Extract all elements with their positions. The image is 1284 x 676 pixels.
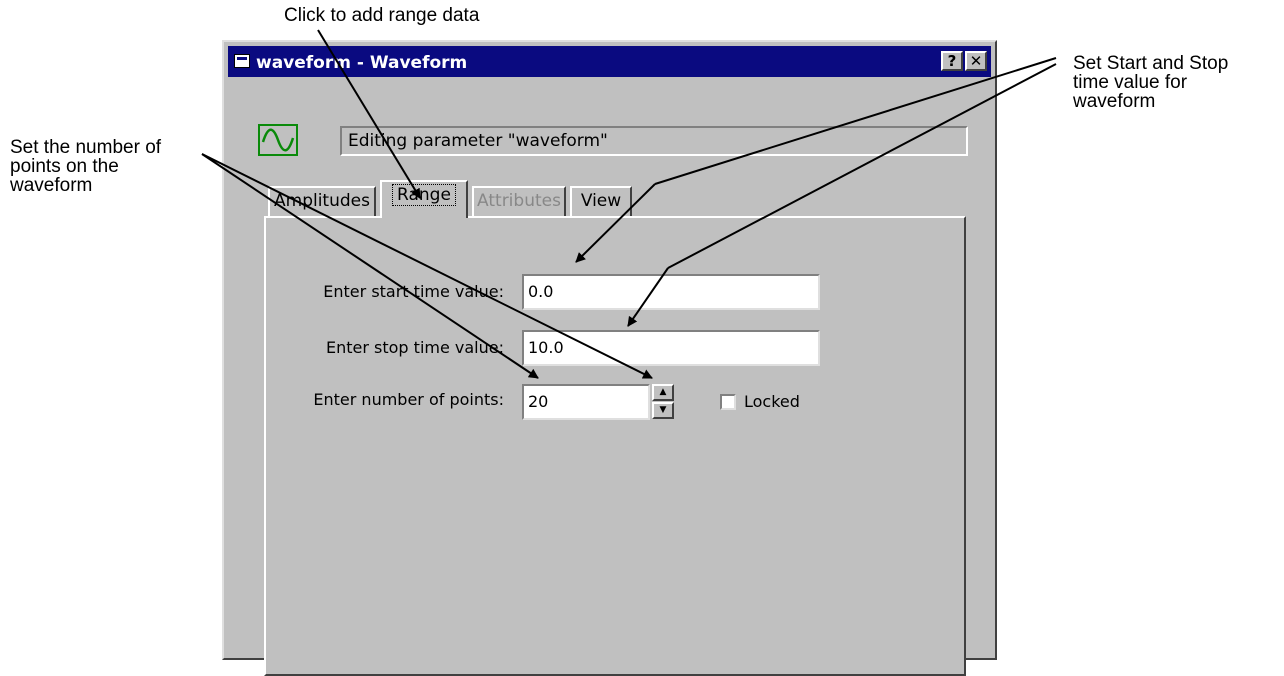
window-icon bbox=[234, 54, 250, 68]
callout-points: Set the number of points on the waveform bbox=[10, 137, 162, 196]
waveform-dialog: waveform - Waveform ? ✕ Editing paramete… bbox=[222, 40, 997, 676]
stop-time-label: Enter stop time value: bbox=[326, 338, 504, 357]
callout-start-stop: Set Start and Stop time value for wavefo… bbox=[1073, 53, 1229, 112]
spin-down-button[interactable]: ▼ bbox=[652, 402, 674, 419]
start-time-label: Enter start time value: bbox=[323, 282, 504, 301]
spin-up-button[interactable]: ▲ bbox=[652, 384, 674, 401]
locked-label: Locked bbox=[744, 392, 800, 411]
waveform-icon bbox=[258, 124, 298, 156]
tab-view[interactable]: View bbox=[570, 186, 632, 216]
window-title: waveform - Waveform bbox=[256, 53, 468, 73]
locked-checkbox[interactable] bbox=[720, 394, 736, 410]
tab-range[interactable]: Range bbox=[380, 180, 468, 218]
editing-parameter-field: Editing parameter "waveform" bbox=[340, 126, 968, 156]
number-of-points-input[interactable]: 20 bbox=[522, 384, 650, 420]
number-of-points-label: Enter number of points: bbox=[313, 390, 504, 409]
help-button[interactable]: ? bbox=[941, 51, 963, 71]
tab-amplitudes[interactable]: Amplitudes bbox=[268, 186, 376, 216]
range-panel: Enter start time value: 0.0 Enter stop t… bbox=[264, 216, 966, 676]
tab-attributes[interactable]: Attributes bbox=[472, 186, 566, 216]
callout-range: Click to add range data bbox=[284, 5, 480, 26]
title-bar[interactable]: waveform - Waveform ? ✕ bbox=[228, 46, 991, 77]
start-time-input[interactable]: 0.0 bbox=[522, 274, 820, 310]
stop-time-input[interactable]: 10.0 bbox=[522, 330, 820, 366]
close-button[interactable]: ✕ bbox=[965, 51, 987, 71]
